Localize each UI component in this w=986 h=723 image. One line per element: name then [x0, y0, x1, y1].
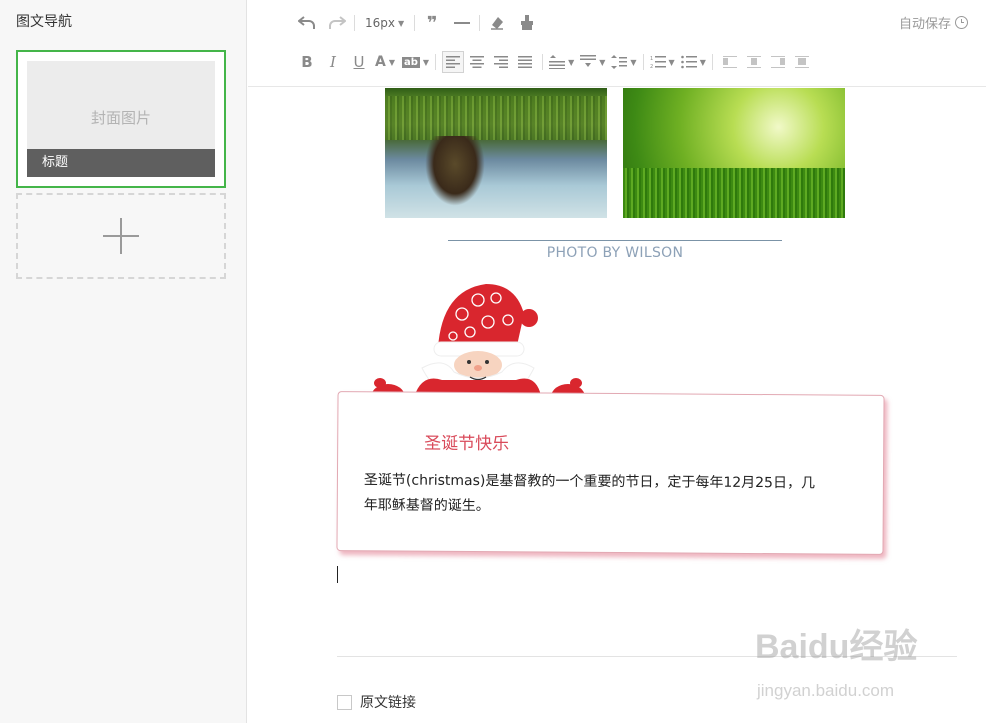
- article-cover-card[interactable]: 封面图片 标题: [16, 50, 226, 188]
- toolbar-divider: [542, 54, 544, 70]
- image-center-icon[interactable]: [791, 51, 813, 73]
- plus-icon: [103, 218, 139, 254]
- caret-down-icon: ▼: [568, 57, 575, 67]
- font-size-select[interactable]: 16px ▼: [361, 12, 408, 34]
- align-left-icon[interactable]: [442, 51, 465, 73]
- font-size-value: 16px: [365, 16, 395, 30]
- font-color-label: A: [375, 54, 386, 70]
- toolbar-divider: [435, 54, 437, 70]
- source-link-label: 原文链接: [360, 695, 416, 711]
- sidebar: 图文导航 封面图片 标题: [0, 0, 247, 723]
- photo-grass: [623, 168, 845, 218]
- christmas-card[interactable]: 圣诞节快乐 圣诞节(christmas)是基督教的一个重要的节日，定于每年12月…: [336, 391, 885, 555]
- toolbar-divider: [711, 54, 713, 70]
- clear-format-icon[interactable]: [486, 12, 508, 34]
- photo-reflection[interactable]: [385, 88, 607, 218]
- align-right-icon[interactable]: [490, 51, 512, 73]
- caret-down-icon: ▼: [630, 57, 637, 67]
- svg-text:2: 2: [650, 64, 653, 69]
- caret-down-icon: ▼: [388, 57, 395, 67]
- add-article-button[interactable]: [16, 193, 226, 279]
- line-height-icon[interactable]: ▼: [611, 51, 637, 73]
- editor-toolbar: 16px ▼ ❞ B I U A ▼ ab ▼ ▼ ▼ ▼ 1 2 ▼ ▼ 自动…: [248, 0, 986, 87]
- format-brush-icon[interactable]: [516, 12, 538, 34]
- image-float-right-icon[interactable]: [767, 51, 789, 73]
- editor-app: 图文导航 封面图片 标题 16px ▼ ❞ B I U A ▼ ab ▼ ▼ ▼…: [0, 0, 986, 723]
- spacing-before-icon[interactable]: ▼: [549, 51, 574, 73]
- photo-figure: [425, 136, 485, 206]
- clock-icon: [955, 16, 968, 29]
- caret-down-icon: ▼: [398, 18, 405, 28]
- background-color-button[interactable]: ab ▼: [402, 51, 429, 73]
- unordered-list-icon[interactable]: ▼: [680, 51, 706, 73]
- toolbar-divider: [354, 15, 355, 31]
- bg-color-label: ab: [402, 56, 420, 68]
- photo-green-bokeh[interactable]: [623, 88, 845, 218]
- caret-down-icon: ▼: [422, 57, 430, 67]
- svg-text:1: 1: [650, 56, 653, 62]
- toolbar-row-1: 16px ▼ ❞: [296, 12, 538, 34]
- photo-grass: [385, 96, 607, 140]
- align-justify-icon[interactable]: [514, 51, 536, 73]
- source-link-option[interactable]: 原文链接: [337, 692, 416, 712]
- cover-image: 封面图片 标题: [27, 61, 215, 177]
- image-float-left-icon[interactable]: [719, 51, 741, 73]
- photo-credit: PHOTO BY WILSON: [546, 245, 684, 261]
- watermark-url: jingyan.baidu.com: [756, 681, 894, 700]
- sidebar-title: 图文导航: [16, 14, 72, 30]
- undo-icon[interactable]: [296, 12, 318, 34]
- blockquote-icon[interactable]: ❞: [421, 12, 443, 34]
- card-title: 圣诞节快乐: [424, 433, 510, 455]
- watermark-brand: Baidu经验: [755, 627, 917, 666]
- font-color-button[interactable]: A ▼: [374, 51, 396, 73]
- spacing-after-icon[interactable]: ▼: [580, 51, 605, 73]
- image-inline-icon[interactable]: [743, 51, 765, 73]
- italic-button[interactable]: I: [322, 51, 344, 73]
- bold-button[interactable]: B: [296, 51, 318, 73]
- source-link-checkbox[interactable]: [337, 694, 352, 710]
- card-body: 圣诞节(christmas)是基督教的一个重要的节日，定于每年12月25日，几年…: [363, 472, 816, 515]
- toolbar-divider: [414, 15, 416, 31]
- autosave-label: 自动保存: [898, 17, 951, 32]
- align-center-icon[interactable]: [466, 51, 488, 73]
- redo-icon[interactable]: [326, 12, 348, 34]
- baidu-jingyan-watermark: Baidu经验 jingyan.baidu.com: [755, 627, 917, 700]
- toolbar-divider: [642, 54, 644, 70]
- caret-down-icon: ▼: [668, 57, 675, 67]
- toolbar-divider: [479, 15, 481, 31]
- photo-caption-rule: [448, 240, 782, 241]
- caret-down-icon: ▼: [599, 57, 606, 67]
- caret-down-icon: ▼: [699, 57, 706, 67]
- underline-button[interactable]: U: [348, 51, 370, 73]
- autosave-toggle[interactable]: 自动保存: [899, 13, 968, 32]
- cover-placeholder: 封面图片: [90, 109, 151, 127]
- horizontal-rule-icon[interactable]: [451, 12, 473, 34]
- text-cursor: [337, 566, 338, 583]
- ordered-list-icon[interactable]: 1 2 ▼: [650, 51, 675, 73]
- cover-title: 标题: [27, 149, 215, 177]
- toolbar-row-2: B I U A ▼ ab ▼ ▼ ▼ ▼ 1 2 ▼ ▼: [296, 51, 813, 73]
